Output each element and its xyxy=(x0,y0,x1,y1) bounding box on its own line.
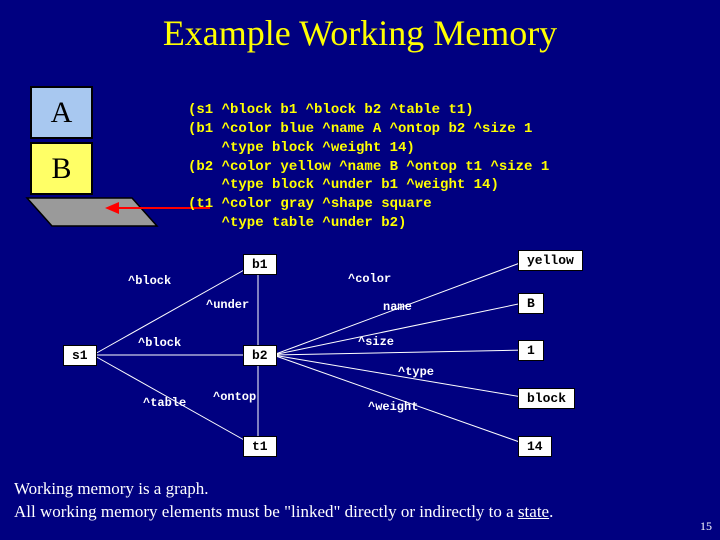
node-t1: t1 xyxy=(243,436,277,457)
footer-line2: All working memory elements must be "lin… xyxy=(14,501,553,524)
edge-type: ^type xyxy=(398,365,434,379)
node-weight-14: 14 xyxy=(518,436,552,457)
node-b1: b1 xyxy=(243,254,277,275)
code-line: ^type block ^weight 14) xyxy=(188,140,415,156)
node-name-b: B xyxy=(518,293,544,314)
edge-block2: ^block xyxy=(138,336,181,350)
node-type-block: block xyxy=(518,388,575,409)
edge-color: ^color xyxy=(348,272,391,286)
code-line: ^type table ^under b2) xyxy=(188,215,406,231)
edge-block1: ^block xyxy=(128,274,171,288)
footer-text: Working memory is a graph. All working m… xyxy=(14,478,553,524)
graph-diagram: s1 b1 b2 t1 yellow B 1 block 14 ^block ^… xyxy=(58,240,658,470)
code-line: (s1 ^block b1 ^block b2 ^table t1) xyxy=(188,102,474,118)
footer-state-link: state xyxy=(518,502,549,521)
working-memory-code: (s1 ^block b1 ^block b2 ^table t1) (b1 ^… xyxy=(188,82,549,233)
blocks-diagram: A B xyxy=(22,86,172,231)
code-line: (b2 ^color yellow ^name B ^ontop t1 ^siz… xyxy=(188,159,549,175)
code-line: (b1 ^color blue ^name A ^ontop b2 ^size … xyxy=(188,121,532,137)
block-a: A xyxy=(30,86,93,139)
node-b2: b2 xyxy=(243,345,277,366)
edge-ontop: ^ontop xyxy=(213,390,256,404)
node-yellow: yellow xyxy=(518,250,583,271)
edge-table: ^table xyxy=(143,396,186,410)
footer-line1: Working memory is a graph. xyxy=(14,478,553,501)
node-size-1: 1 xyxy=(518,340,544,361)
edge-weight: ^weight xyxy=(368,400,418,414)
node-s1: s1 xyxy=(63,345,97,366)
edge-name: name xyxy=(383,300,412,314)
block-b: B xyxy=(30,142,93,195)
page-number: 15 xyxy=(700,519,712,534)
page-title: Example Working Memory xyxy=(0,0,720,54)
footer-line2a: All working memory elements must be "lin… xyxy=(14,502,518,521)
code-line: (t1 ^color gray ^shape square xyxy=(188,196,432,212)
edge-size: ^size xyxy=(358,335,394,349)
footer-line2c: . xyxy=(549,502,553,521)
code-line: ^type block ^under b1 ^weight 14) xyxy=(188,177,499,193)
edge-under: ^under xyxy=(206,298,249,312)
